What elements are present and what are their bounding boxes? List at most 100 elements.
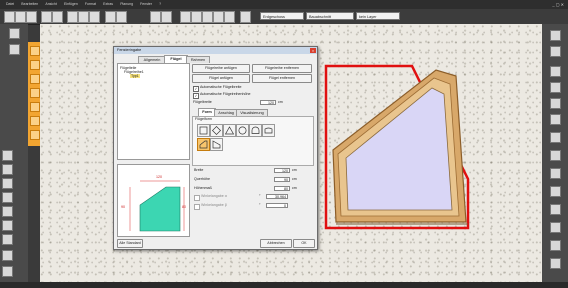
layer-select[interactable]: kein Layer bbox=[356, 12, 400, 20]
shape-slanted-icon[interactable] bbox=[210, 138, 223, 151]
cross-height-field[interactable]: 90 bbox=[274, 177, 290, 182]
stair-tool-icon[interactable] bbox=[2, 164, 13, 175]
section-select[interactable]: Bauabschnitt bbox=[306, 12, 354, 20]
menu-item-window[interactable]: Fenster bbox=[140, 0, 152, 9]
material-icon[interactable] bbox=[550, 66, 561, 77]
zoom-icon[interactable] bbox=[105, 11, 116, 23]
menu-item-planning[interactable]: Planung bbox=[120, 0, 133, 9]
layers-icon[interactable] bbox=[550, 132, 561, 143]
shape-segment-icon[interactable] bbox=[262, 124, 275, 137]
export-icon[interactable] bbox=[550, 204, 561, 215]
tab-sash[interactable]: Flügel bbox=[164, 55, 188, 63]
close-icon[interactable]: × bbox=[310, 48, 316, 53]
furniture-icon[interactable] bbox=[550, 168, 561, 179]
view-2d-icon[interactable] bbox=[150, 11, 161, 23]
dimension-tool-icon[interactable] bbox=[2, 234, 13, 245]
menu-item-help[interactable]: ? bbox=[159, 0, 161, 9]
terrain-tool-icon[interactable] bbox=[2, 266, 13, 277]
layer-icon[interactable] bbox=[213, 11, 224, 23]
shape-arch-icon[interactable] bbox=[249, 124, 262, 137]
all-default-button[interactable]: Alle Standard bbox=[117, 239, 143, 248]
library-icon[interactable] bbox=[550, 150, 561, 161]
measure-icon[interactable] bbox=[180, 11, 191, 23]
window-skylight-icon[interactable] bbox=[30, 102, 40, 112]
column-tool-icon[interactable] bbox=[2, 192, 13, 203]
window-door-icon[interactable] bbox=[30, 116, 40, 126]
cut-icon[interactable] bbox=[67, 11, 78, 23]
wall-tool-icon[interactable] bbox=[9, 44, 20, 55]
auto-width-checkbox[interactable]: ✓ bbox=[193, 86, 199, 92]
window-edit-icon[interactable] bbox=[30, 130, 40, 140]
redo-icon[interactable] bbox=[52, 11, 63, 23]
sun-icon[interactable] bbox=[550, 240, 561, 251]
dialog-title: Fensteringabe bbox=[114, 47, 317, 54]
remove-row-button[interactable]: Flügelreihe entfernen bbox=[252, 64, 312, 73]
camera-icon[interactable] bbox=[550, 98, 561, 109]
save-icon[interactable] bbox=[26, 11, 37, 23]
window-round-icon[interactable] bbox=[30, 74, 40, 84]
shape-circle-icon[interactable] bbox=[236, 124, 249, 137]
grid-icon[interactable] bbox=[191, 11, 202, 23]
remove-sash-button[interactable]: Flügel entfernen bbox=[252, 74, 312, 83]
subtab-stop[interactable]: Anschlag bbox=[214, 109, 238, 116]
floor-select[interactable]: Erdgeschoss bbox=[260, 12, 304, 20]
door-tool-icon[interactable] bbox=[2, 150, 13, 161]
paste-icon[interactable] bbox=[89, 11, 100, 23]
menu-item-tools[interactable]: Extras bbox=[103, 0, 113, 9]
undo-icon[interactable] bbox=[41, 11, 52, 23]
plant-icon[interactable] bbox=[550, 186, 561, 197]
tree-item-type[interactable]: Typ1 bbox=[130, 74, 140, 78]
render-icon[interactable] bbox=[224, 11, 235, 23]
right-toolbar bbox=[542, 24, 568, 282]
menu-item-view[interactable]: Ansicht bbox=[45, 0, 56, 9]
window-arch-icon[interactable] bbox=[30, 60, 40, 70]
beam-tool-icon[interactable] bbox=[2, 206, 13, 217]
select-tool-icon[interactable] bbox=[9, 28, 20, 39]
view-3d-icon[interactable] bbox=[161, 11, 172, 23]
window-rect-icon[interactable] bbox=[30, 46, 40, 56]
settings-icon[interactable] bbox=[550, 258, 561, 269]
angle-a-field[interactable]: 30.964 bbox=[266, 194, 288, 199]
print-icon[interactable] bbox=[240, 11, 251, 23]
menu-item-format[interactable]: Format bbox=[85, 0, 96, 9]
floors-icon[interactable] bbox=[550, 114, 561, 125]
angle-b-field[interactable]: 0 bbox=[266, 203, 288, 208]
ok-button[interactable]: OK bbox=[293, 239, 315, 248]
subtab-visualization[interactable]: Visualisierung bbox=[236, 109, 268, 116]
snap-icon[interactable] bbox=[202, 11, 213, 23]
window-trapezoid-icon[interactable] bbox=[30, 88, 40, 98]
shape-triangle-icon[interactable] bbox=[223, 124, 236, 137]
sash-width-field[interactable]: 120 bbox=[260, 100, 276, 105]
width-field[interactable]: 120 bbox=[274, 168, 290, 173]
pan-icon[interactable] bbox=[116, 11, 127, 23]
menu-item-edit[interactable]: Bearbeiten bbox=[21, 0, 38, 9]
menu-item-file[interactable]: Datei bbox=[6, 0, 14, 9]
roof-tool-icon[interactable] bbox=[2, 178, 13, 189]
shape-trapezoid-icon[interactable] bbox=[197, 138, 210, 151]
shape-diamond-icon[interactable] bbox=[210, 124, 223, 137]
angle-a-checkbox[interactable] bbox=[194, 195, 200, 201]
drawing-canvas[interactable]: Fensteringabe × Allgemein Flügel Rahmen … bbox=[40, 24, 542, 282]
catalog-icon[interactable] bbox=[550, 46, 561, 57]
add-row-button[interactable]: Flügelreihe anfügen bbox=[192, 64, 250, 73]
add-sash-button[interactable]: Flügel anfügen bbox=[192, 74, 250, 83]
shape-preview: 120 90 80 bbox=[117, 164, 190, 237]
menu-item-insert[interactable]: Einfügen bbox=[64, 0, 78, 9]
cross-height-label: Querhöhe bbox=[194, 177, 210, 181]
properties-icon[interactable] bbox=[550, 30, 561, 41]
cancel-button[interactable]: Abbrechen bbox=[260, 239, 292, 248]
tab-frame[interactable]: Rahmen bbox=[186, 56, 210, 63]
text-tool-icon[interactable] bbox=[2, 220, 13, 231]
window-controls[interactable]: _ ▢ ✕ bbox=[552, 0, 564, 9]
new-file-icon[interactable] bbox=[4, 11, 15, 23]
light-icon[interactable] bbox=[550, 82, 561, 93]
import-icon[interactable] bbox=[550, 222, 561, 233]
object-tool-icon[interactable] bbox=[2, 250, 13, 261]
open-file-icon[interactable] bbox=[15, 11, 26, 23]
height-field[interactable]: 80 bbox=[274, 186, 290, 191]
tab-general[interactable]: Allgemein bbox=[138, 56, 166, 63]
angle-b-checkbox[interactable] bbox=[194, 204, 200, 210]
auto-height-checkbox[interactable]: ✓ bbox=[193, 93, 199, 99]
copy-icon[interactable] bbox=[78, 11, 89, 23]
shape-rectangle-icon[interactable] bbox=[197, 124, 210, 137]
